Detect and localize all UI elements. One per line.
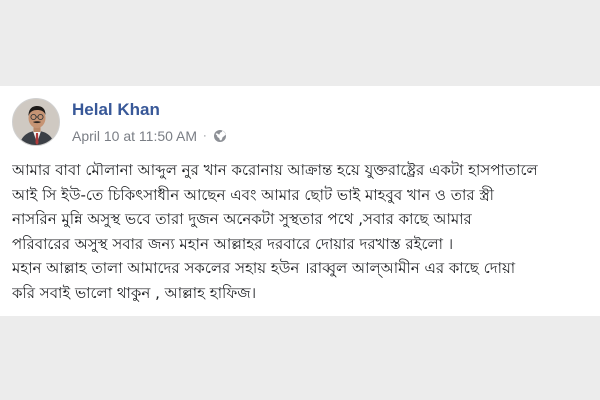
post-meta: April 10 at 11:50 AM · — [72, 128, 227, 144]
post-text-line: করি সবাই ভালো থাকুন , আল্লাহ হাফিজ। — [12, 283, 257, 302]
post-text-line: আমার বাবা মৌলানা আব্দুল নুর খান করোনায় … — [12, 161, 538, 179]
post-text-line: আই সি ইউ-তে চিকিৎসাধীন আছেন এবং আমার ছোট… — [12, 185, 494, 204]
post-text-line: মহান আল্লাহ তালা আমাদের সকলের সহায় হউন … — [12, 259, 516, 277]
post-card: Helal Khan April 10 at 11:50 AM · আমার ব… — [0, 86, 600, 316]
author-name[interactable]: Helal Khan — [72, 100, 160, 120]
post-timestamp[interactable]: April 10 at 11:50 AM — [72, 128, 197, 144]
globe-icon[interactable] — [213, 129, 227, 143]
post-text-line: পরিবারের অসুস্থ সবার জন্য মহান আল্লাহর দ… — [12, 234, 454, 253]
post-text-line: নাসরিন মুন্নি অসুস্থ ভবে তারা দুজন অনেকট… — [12, 210, 472, 228]
profile-photo — [13, 99, 59, 145]
post-body: আমার বাবা মৌলানা আব্দুল নুর খান করোনায় … — [12, 158, 588, 305]
meta-separator: · — [203, 130, 207, 142]
avatar[interactable] — [12, 98, 60, 146]
